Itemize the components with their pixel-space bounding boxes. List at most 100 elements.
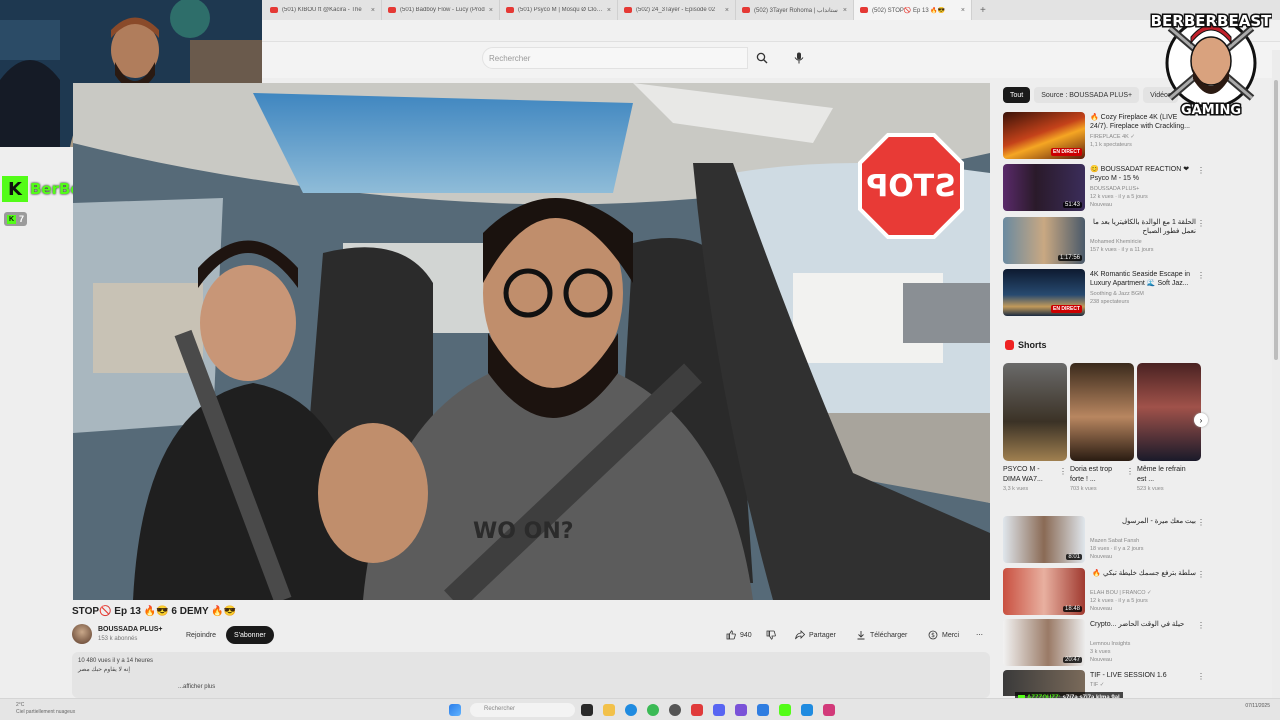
video-thumbnail[interactable]: 51:43 bbox=[1003, 164, 1085, 211]
recommended-video[interactable]: 51:43 😊 BOUSSADAT REACTION ❤ Psyco M - 1… bbox=[1003, 164, 1205, 212]
video-thumbnail[interactable]: 8:01 bbox=[1003, 516, 1085, 563]
video-thumbnail[interactable]: 1:17:56 bbox=[1003, 217, 1085, 264]
search-button[interactable] bbox=[748, 47, 776, 69]
app-icon[interactable] bbox=[757, 704, 769, 716]
more-options-icon[interactable]: ⋮ bbox=[1126, 467, 1134, 476]
recommended-video[interactable]: 8:01 بيت معك ميرة - المرسول Mazen Sabat … bbox=[1003, 516, 1205, 564]
browser-tab[interactable]: (501) Psyco M | Mosqu Ø Clope × bbox=[500, 0, 618, 20]
join-button[interactable]: Rejoindre bbox=[176, 627, 226, 643]
share-button[interactable]: Partager bbox=[795, 627, 836, 643]
short-thumbnail[interactable] bbox=[1003, 363, 1067, 461]
channel-avatar[interactable] bbox=[72, 624, 92, 644]
browser-tab[interactable]: (501) Badboy Flow - Lucy (Prod × bbox=[382, 0, 500, 20]
weather-desc: Ciel partiellement nuageux bbox=[16, 709, 76, 715]
kick-app-icon[interactable] bbox=[779, 704, 791, 716]
browser-tab-active[interactable]: (502) STOP🚫 Ep 13 🔥😎 × bbox=[854, 0, 972, 20]
thanks-label: Merci bbox=[942, 631, 960, 639]
video-title: Crypto... حيلة في الوقت الحاضر bbox=[1090, 621, 1185, 628]
short-thumbnail[interactable] bbox=[1070, 363, 1134, 461]
description-box[interactable]: 10 480 vues il y a 14 heures إنه لا يقاو… bbox=[72, 652, 990, 698]
short-views: 523 k vues bbox=[1137, 486, 1164, 492]
more-options-icon[interactable]: ⋮ bbox=[1197, 219, 1205, 228]
app-icon[interactable] bbox=[801, 704, 813, 716]
short-card[interactable]: PSYCO M - DIMA WA7... 3,3 k vues ⋮ bbox=[1003, 363, 1067, 492]
more-options-icon[interactable]: ⋮ bbox=[1197, 271, 1205, 280]
channel-name: Mohamed Khemiricie bbox=[1090, 239, 1142, 245]
taskbar-search[interactable]: Rechercher bbox=[470, 703, 575, 717]
thumbs-up-icon bbox=[726, 630, 736, 640]
browser-tab[interactable]: (502) 24_3Tayer - Episode 02 × bbox=[618, 0, 736, 20]
youtube-masthead: Rechercher bbox=[262, 42, 1280, 78]
address-bar[interactable] bbox=[262, 20, 1280, 42]
duration-badge: 20:47 bbox=[1062, 657, 1082, 663]
download-button[interactable]: Télécharger bbox=[856, 627, 907, 643]
channel-name[interactable]: BOUSSADA PLUS+ bbox=[98, 626, 163, 633]
video-thumbnail[interactable]: EN DIRECT bbox=[1003, 269, 1085, 316]
video-thumbnail[interactable]: 18:48 bbox=[1003, 568, 1085, 615]
app-icon[interactable] bbox=[691, 704, 703, 716]
channel-name: BOUSSADA PLUS+ bbox=[1090, 186, 1140, 192]
windows-start-icon[interactable] bbox=[449, 704, 461, 716]
video-meta: Mazen Sabat Fansh 18 vues · il y a 2 jour… bbox=[1090, 537, 1200, 561]
chrome-icon[interactable] bbox=[647, 704, 659, 716]
short-card[interactable]: Doria est trop forte ! ... 703 k vues ⋮ bbox=[1070, 363, 1134, 492]
dislike-button[interactable] bbox=[766, 627, 776, 643]
thanks-button[interactable]: $ Merci bbox=[928, 627, 959, 643]
brand-bottom-text: GAMING bbox=[1181, 103, 1241, 118]
close-tab-icon[interactable]: × bbox=[489, 7, 493, 14]
close-tab-icon[interactable]: × bbox=[961, 7, 965, 14]
more-options-icon[interactable]: ⋮ bbox=[1197, 621, 1205, 630]
more-options-icon[interactable]: ⋮ bbox=[1197, 518, 1205, 527]
more-actions-button[interactable]: ⋯ bbox=[976, 627, 983, 643]
duration-badge: 51:43 bbox=[1062, 202, 1082, 208]
new-badge: Nouveau bbox=[1090, 657, 1113, 663]
app-icon[interactable] bbox=[823, 704, 835, 716]
video-player[interactable]: WO ON? STOP bbox=[73, 83, 990, 600]
close-tab-icon[interactable]: × bbox=[371, 7, 375, 14]
subscribe-button[interactable]: S'abonner bbox=[226, 626, 274, 644]
more-options-icon[interactable]: ⋮ bbox=[1197, 166, 1205, 175]
recommended-video[interactable]: EN DIRECT 4K Romantic Seaside Escape in … bbox=[1003, 269, 1205, 317]
short-title: Doria est trop forte ! ... bbox=[1070, 466, 1113, 483]
browser-tab[interactable]: (501) KIBOU ft @Kacira - The × bbox=[264, 0, 382, 20]
recommended-video[interactable]: 18:48 سلطة بترفع جسمك خليطة تبكي 🔥 ELAH … bbox=[1003, 568, 1205, 616]
recommended-video[interactable]: 1:17:56 الحلقة 1 مع الوالدة بالكافيتريا … bbox=[1003, 217, 1205, 265]
shorts-next-button[interactable]: › bbox=[1194, 413, 1208, 427]
chip-source[interactable]: Source : BOUSSADA PLUS+ bbox=[1034, 87, 1140, 103]
share-label: Partager bbox=[809, 631, 836, 639]
browser-tab[interactable]: (502) 3Tayer Rohoma | ستاندآب × bbox=[736, 0, 854, 20]
more-options-icon[interactable]: ⋮ bbox=[1197, 570, 1205, 579]
weather-widget[interactable]: 2°C Ciel partiellement nuageux bbox=[16, 702, 75, 716]
short-card[interactable]: Même le refrain est ... 523 k vues bbox=[1137, 363, 1201, 492]
task-view-icon[interactable] bbox=[581, 704, 593, 716]
tab-title: (502) 3Tayer Rohoma | ستاندآب bbox=[754, 7, 838, 14]
video-thumbnail[interactable]: 20:47 bbox=[1003, 619, 1085, 666]
new-badge: Nouveau bbox=[1090, 606, 1113, 612]
brand-top-text: BERBERBEAST bbox=[1151, 12, 1272, 30]
search-input[interactable]: Rechercher bbox=[482, 47, 748, 69]
voice-search-button[interactable] bbox=[788, 47, 810, 69]
obs-icon[interactable] bbox=[669, 704, 681, 716]
app-icon[interactable] bbox=[735, 704, 747, 716]
close-tab-icon[interactable]: × bbox=[725, 7, 729, 14]
edge-icon[interactable] bbox=[625, 704, 637, 716]
like-button[interactable]: 940 bbox=[726, 627, 752, 643]
discord-icon[interactable] bbox=[713, 704, 725, 716]
file-explorer-icon[interactable] bbox=[603, 704, 615, 716]
page-scrollbar[interactable] bbox=[1272, 50, 1280, 698]
new-tab-button[interactable]: + bbox=[972, 5, 994, 16]
recommended-video[interactable]: 20:47 Crypto... حيلة في الوقت الحاضر Lem… bbox=[1003, 619, 1205, 667]
video-thumbnail[interactable]: EN DIRECT bbox=[1003, 112, 1085, 159]
taskbar-clock[interactable]: 07/11/2025 bbox=[1245, 703, 1270, 710]
more-options-icon[interactable]: ⋮ bbox=[1197, 672, 1203, 681]
close-tab-icon[interactable]: × bbox=[843, 7, 847, 14]
short-thumbnail[interactable] bbox=[1137, 363, 1201, 461]
close-tab-icon[interactable]: × bbox=[607, 7, 611, 14]
video-frame: WO ON? bbox=[73, 83, 990, 600]
chip-all[interactable]: Tout bbox=[1003, 87, 1031, 103]
live-badge: EN DIRECT bbox=[1051, 148, 1082, 156]
more-options-icon[interactable]: ⋮ bbox=[1059, 467, 1067, 476]
svg-text:WO ON?: WO ON? bbox=[473, 519, 574, 544]
show-more-link[interactable]: ...afficher plus bbox=[78, 683, 984, 692]
scrollbar-thumb[interactable] bbox=[1274, 80, 1278, 360]
